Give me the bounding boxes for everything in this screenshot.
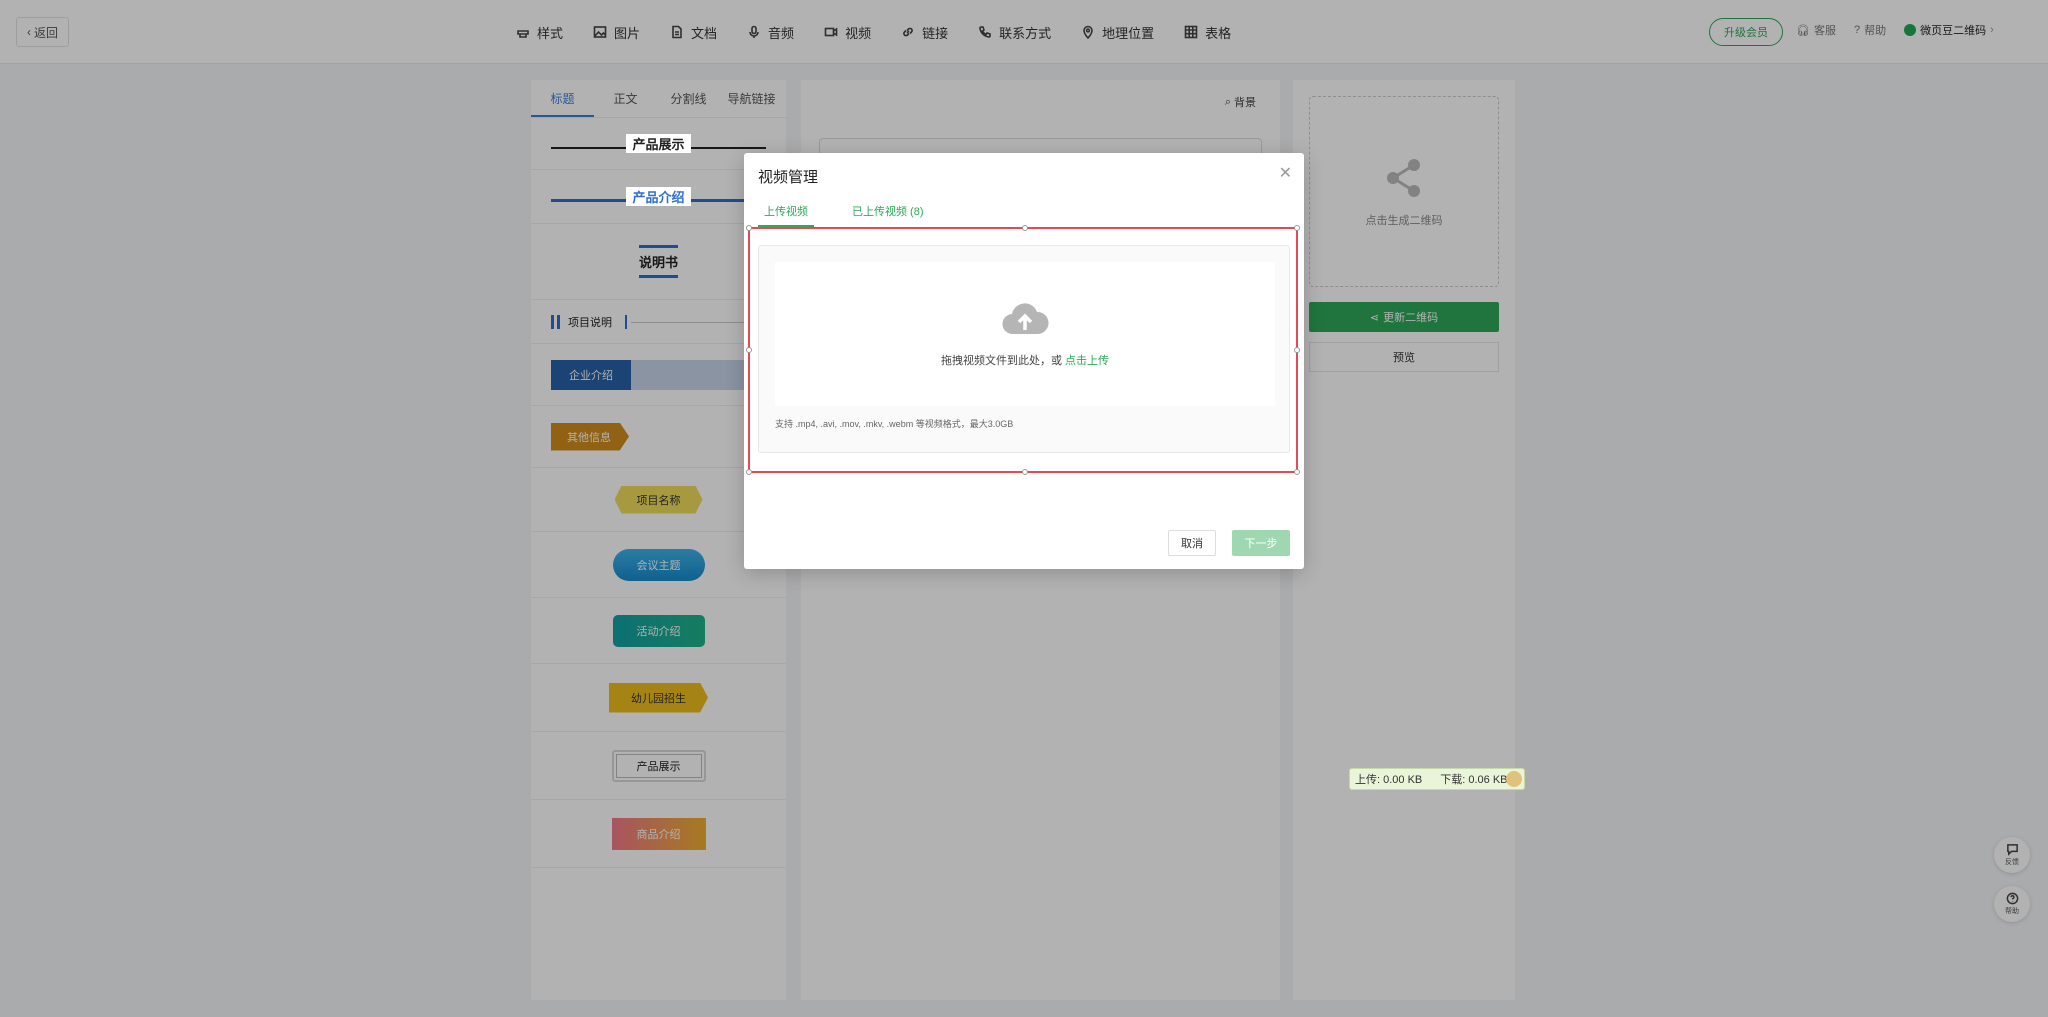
resize-handle[interactable] <box>1294 347 1300 353</box>
resize-handle[interactable] <box>1294 225 1300 231</box>
resize-handle[interactable] <box>1294 469 1300 475</box>
tab-uploaded-videos[interactable]: 已上传视频 (8) <box>846 203 930 227</box>
video-manager-modal: 视频管理 ✕ 上传视频 已上传视频 (8) 拖拽视频文件到此处，或 点击上传 支… <box>744 153 1304 569</box>
tab-upload-video[interactable]: 上传视频 <box>758 203 814 227</box>
next-button[interactable]: 下一步 <box>1232 530 1290 556</box>
cloud-upload-icon <box>1002 303 1049 335</box>
format-hint: 支持 .mp4, .avi, .mov, .mkv, .webm 等视频格式，最… <box>775 419 1014 429</box>
resize-handle[interactable] <box>1022 469 1028 475</box>
click-upload-link[interactable]: 点击上传 <box>1065 355 1109 367</box>
cancel-button[interactable]: 取消 <box>1168 530 1216 556</box>
dropzone-text: 拖拽视频文件到此处，或 点击上传 <box>940 355 1110 367</box>
resize-handle[interactable] <box>746 225 752 231</box>
modal-tabs: 上传视频 已上传视频 (8) <box>758 203 930 227</box>
resize-handle[interactable] <box>746 347 752 353</box>
resize-handle[interactable] <box>1022 225 1028 231</box>
video-dropzone[interactable]: 拖拽视频文件到此处，或 点击上传 <box>775 262 1275 406</box>
resize-handle[interactable] <box>746 469 752 475</box>
download-speed: 下载: 0.06 KB <box>1440 774 1508 786</box>
upload-speed: 上传: 0.00 KB <box>1355 774 1423 786</box>
network-speed-widget: 上传: 0.00 KB 下载: 0.06 KB <box>1349 768 1525 790</box>
upload-area: 拖拽视频文件到此处，或 点击上传 支持 .mp4, .avi, .mov, .m… <box>758 245 1290 453</box>
close-icon[interactable]: ✕ <box>1279 163 1292 183</box>
mascot-icon <box>1506 771 1522 787</box>
modal-title: 视频管理 <box>758 169 819 186</box>
